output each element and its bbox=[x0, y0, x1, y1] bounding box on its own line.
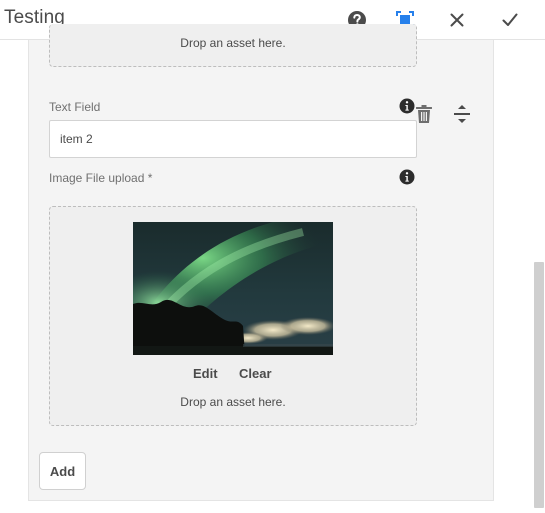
text-field-input[interactable] bbox=[49, 120, 417, 158]
previous-item-dropzone[interactable]: Drop an asset here. bbox=[49, 24, 417, 67]
drop-text: Drop an asset here. bbox=[180, 395, 286, 409]
image-thumbnail bbox=[133, 222, 333, 355]
info-icon[interactable] bbox=[399, 98, 415, 114]
clear-image-button[interactable]: Clear bbox=[239, 366, 272, 381]
info-icon[interactable] bbox=[399, 169, 415, 185]
add-item-button[interactable]: Add bbox=[39, 452, 86, 490]
drop-text: Drop an asset here. bbox=[180, 36, 286, 50]
close-icon[interactable] bbox=[445, 8, 469, 32]
edit-image-button[interactable]: Edit bbox=[193, 366, 218, 381]
trash-icon[interactable] bbox=[415, 104, 433, 124]
text-field-label: Text Field bbox=[49, 100, 101, 114]
checkmark-icon[interactable] bbox=[498, 8, 522, 32]
scrollbar-thumb[interactable] bbox=[534, 262, 544, 508]
image-upload-label: Image File upload * bbox=[49, 171, 153, 185]
reorder-handle-icon[interactable] bbox=[453, 104, 471, 124]
